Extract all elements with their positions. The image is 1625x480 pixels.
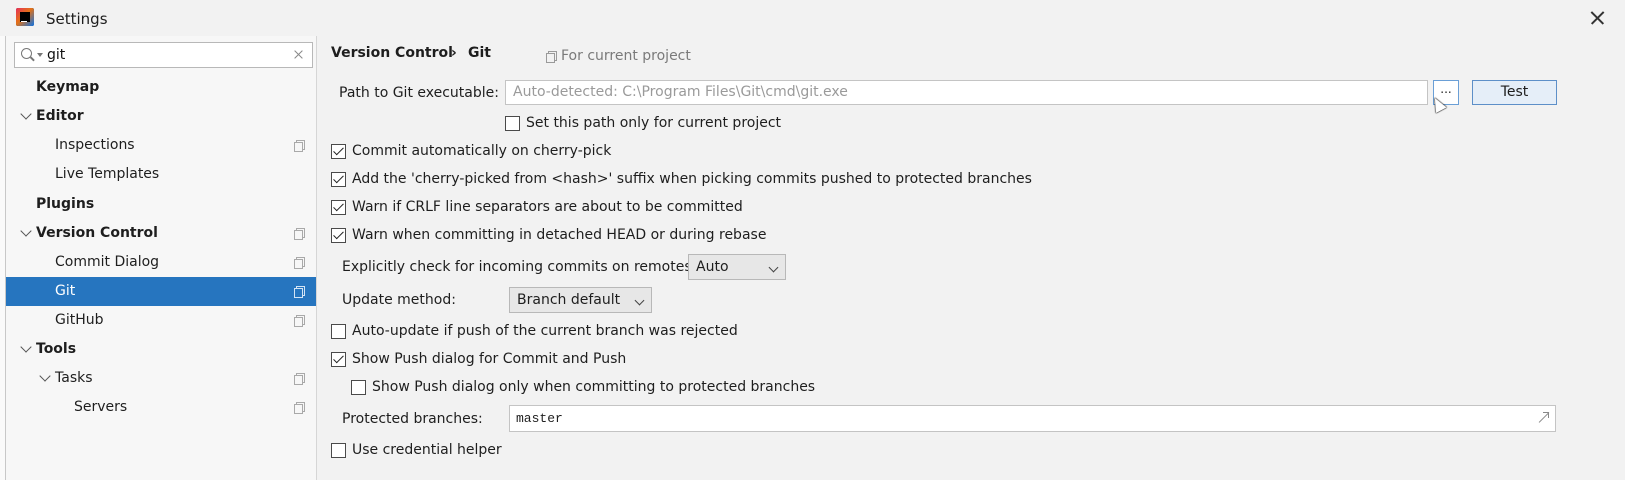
scope-label: For current project	[561, 48, 691, 64]
settings-search-box[interactable]	[14, 42, 313, 68]
window-title: Settings	[46, 10, 108, 28]
checkbox-box[interactable]	[331, 200, 346, 215]
update-method-select[interactable]: Branch default	[509, 287, 652, 313]
checkbox-label: Warn if CRLF line separators are about t…	[352, 199, 743, 215]
checkbox-box[interactable]	[331, 352, 346, 367]
sidebar-item-label: Inspections	[55, 137, 135, 153]
settings-sidebar: Keymap Editor Inspections Live Templates…	[6, 36, 317, 480]
sidebar-item-tools[interactable]: Tools	[6, 335, 316, 364]
project-scope-icon	[294, 315, 305, 327]
title-bar: Settings	[0, 0, 1625, 36]
close-icon[interactable]	[1586, 6, 1610, 30]
chevron-down-icon	[634, 295, 645, 306]
project-scope-icon	[294, 257, 305, 269]
breadcrumb-git: Git	[468, 45, 491, 61]
sidebar-item-label: Live Templates	[55, 166, 160, 182]
settings-search-input[interactable]	[47, 45, 287, 65]
checkbox-label: Commit automatically on cherry-pick	[352, 143, 612, 159]
update-method-value: Branch default	[517, 292, 621, 308]
sidebar-item-inspections[interactable]: Inspections	[6, 131, 316, 160]
sidebar-item-label: Tools	[36, 341, 77, 357]
checkbox-box[interactable]	[331, 443, 346, 458]
sidebar-item-label: Keymap	[36, 79, 100, 95]
sidebar-item-label: Git	[55, 283, 76, 299]
search-history-caret-icon[interactable]	[37, 53, 43, 57]
chevron-down-icon[interactable]	[20, 225, 32, 237]
project-scope-icon	[294, 373, 305, 385]
sidebar-item-tasks[interactable]: Tasks	[6, 364, 316, 393]
breadcrumb-version-control[interactable]: Version Control	[331, 45, 453, 61]
incoming-commits-value: Auto	[696, 259, 729, 275]
checkbox-label: Set this path only for current project	[526, 115, 782, 131]
sidebar-item-label: Tasks	[55, 370, 93, 386]
search-icon[interactable]	[21, 48, 35, 62]
sidebar-item-label: Plugins	[36, 196, 95, 212]
sidebar-item-live-templates[interactable]: Live Templates	[6, 160, 316, 189]
sidebar-item-plugins[interactable]: Plugins	[6, 190, 316, 219]
project-scope-icon	[294, 402, 305, 414]
sidebar-item-servers[interactable]: Servers	[6, 393, 316, 422]
sidebar-item-keymap[interactable]: Keymap	[6, 73, 316, 102]
sidebar-item-label: Servers	[74, 399, 128, 415]
sidebar-item-label: Version Control	[36, 225, 158, 241]
sidebar-item-version-control[interactable]: Version Control	[6, 219, 316, 248]
protected-branches-label: Protected branches:	[342, 411, 483, 427]
sidebar-item-label: GitHub	[55, 312, 104, 328]
git-path-input[interactable]: Auto-detected: C:\Program Files\Git\cmd\…	[505, 80, 1428, 105]
checkbox-box[interactable]	[505, 116, 520, 131]
sidebar-item-github[interactable]: GitHub	[6, 306, 316, 335]
chevron-down-icon	[768, 262, 779, 273]
sidebar-item-label: Commit Dialog	[55, 254, 160, 270]
incoming-commits-select[interactable]: Auto	[688, 254, 786, 280]
project-scope-icon	[294, 286, 305, 298]
chevron-down-icon[interactable]	[39, 370, 51, 382]
checkbox-box[interactable]	[331, 324, 346, 339]
checkbox-label: Use credential helper	[352, 442, 502, 458]
protected-branches-input[interactable]: master	[509, 405, 1556, 432]
breadcrumb-separator: ›	[451, 45, 457, 61]
checkbox-label: Show Push dialog for Commit and Push	[352, 351, 627, 367]
test-button[interactable]: Test	[1472, 80, 1557, 105]
checkbox-box[interactable]	[331, 144, 346, 159]
sidebar-item-editor[interactable]: Editor	[6, 102, 316, 131]
sidebar-item-commit-dialog[interactable]: Commit Dialog	[6, 248, 316, 277]
project-scope-icon	[546, 51, 557, 63]
checkbox-label: Auto-update if push of the current branc…	[352, 323, 738, 339]
git-path-label: Path to Git executable:	[339, 85, 499, 101]
sidebar-item-git[interactable]: Git	[6, 277, 316, 306]
project-scope-icon	[294, 140, 305, 152]
checkbox-box[interactable]	[351, 380, 366, 395]
expand-icon[interactable]	[1537, 412, 1549, 424]
checkbox-label: Warn when committing in detached HEAD or…	[352, 227, 767, 243]
project-scope-icon	[294, 228, 305, 240]
checkbox-box[interactable]	[331, 172, 346, 187]
chevron-down-icon[interactable]	[20, 341, 32, 353]
protected-branches-value: master	[516, 411, 563, 426]
sidebar-item-label: Editor	[36, 108, 84, 124]
incoming-commits-label: Explicitly check for incoming commits on…	[342, 259, 697, 275]
intellij-icon	[16, 8, 34, 26]
update-method-label: Update method:	[342, 292, 456, 308]
clear-search-icon[interactable]	[291, 47, 307, 63]
chevron-down-icon[interactable]	[20, 108, 32, 120]
checkbox-label: Show Push dialog only when committing to…	[372, 379, 816, 395]
checkbox-box[interactable]	[331, 228, 346, 243]
checkbox-label: Add the 'cherry-picked from <hash>' suff…	[352, 171, 1032, 187]
